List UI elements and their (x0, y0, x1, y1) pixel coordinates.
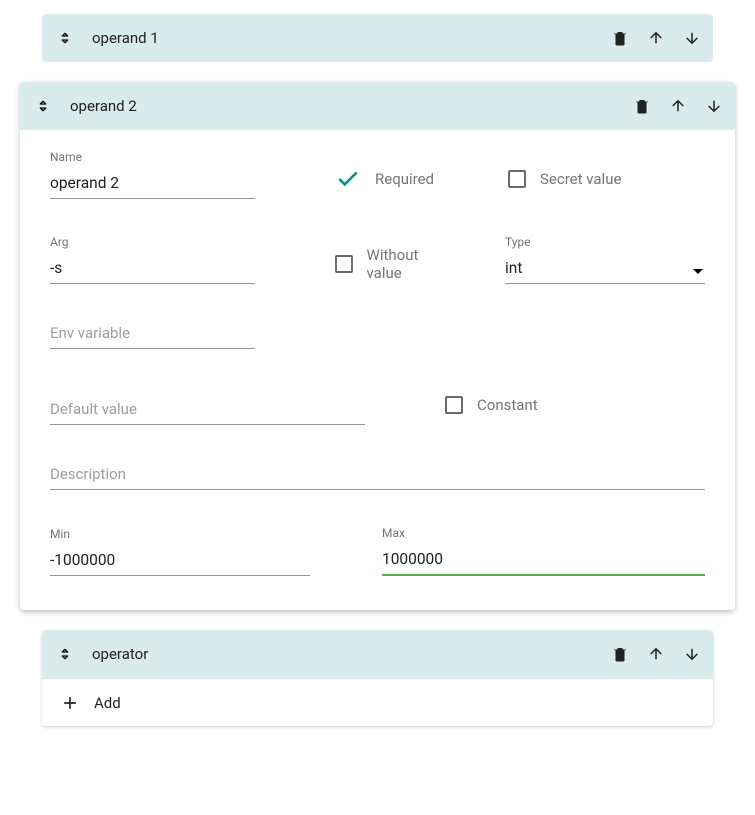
move-down-icon[interactable] (683, 645, 701, 663)
constant-checkbox[interactable] (445, 396, 463, 414)
default-value-input[interactable] (50, 396, 365, 425)
unfold-icon[interactable] (56, 645, 74, 663)
panel-header-operator[interactable]: operator (42, 630, 713, 678)
constant-label: Constant (477, 396, 538, 414)
description-input[interactable] (50, 461, 705, 490)
type-select[interactable] (505, 255, 705, 284)
panel-title: operand 2 (70, 97, 633, 115)
secret-label: Secret value (540, 170, 621, 188)
type-label: Type (505, 235, 705, 249)
unfold-icon[interactable] (56, 29, 74, 47)
max-input[interactable] (382, 546, 705, 576)
min-input[interactable] (50, 547, 310, 576)
max-label: Max (382, 526, 705, 540)
arg-input[interactable] (50, 255, 255, 284)
name-label: Name (50, 150, 255, 164)
checkmark-icon (335, 166, 361, 192)
move-down-icon[interactable] (705, 97, 723, 115)
panel-title: operand 1 (92, 29, 611, 47)
delete-icon[interactable] (633, 97, 651, 115)
add-label: Add (94, 694, 121, 712)
without-value-checkbox[interactable] (335, 255, 353, 273)
panel-header-operand-2[interactable]: operand 2 (20, 82, 735, 130)
move-down-icon[interactable] (683, 29, 701, 47)
unfold-icon[interactable] (34, 97, 52, 115)
panel-header-operand-1[interactable]: operand 1 (42, 14, 713, 62)
min-label: Min (50, 527, 310, 541)
plus-icon (60, 693, 80, 713)
required-label: Required (375, 170, 434, 188)
name-input[interactable] (50, 170, 255, 199)
secret-checkbox[interactable] (508, 170, 526, 188)
move-up-icon[interactable] (647, 29, 665, 47)
env-variable-input[interactable] (50, 320, 255, 349)
move-up-icon[interactable] (647, 645, 665, 663)
chevron-down-icon[interactable] (693, 269, 703, 274)
delete-icon[interactable] (611, 29, 629, 47)
delete-icon[interactable] (611, 645, 629, 663)
panel-title: operator (92, 645, 611, 663)
panel-body: Name Required Secret value Arg (20, 130, 735, 610)
add-button[interactable]: Add (42, 678, 713, 726)
panel-operand-2: operand 2 Name Required (20, 82, 735, 610)
arg-label: Arg (50, 235, 255, 249)
move-up-icon[interactable] (669, 97, 687, 115)
without-value-label: Without value (367, 246, 457, 282)
